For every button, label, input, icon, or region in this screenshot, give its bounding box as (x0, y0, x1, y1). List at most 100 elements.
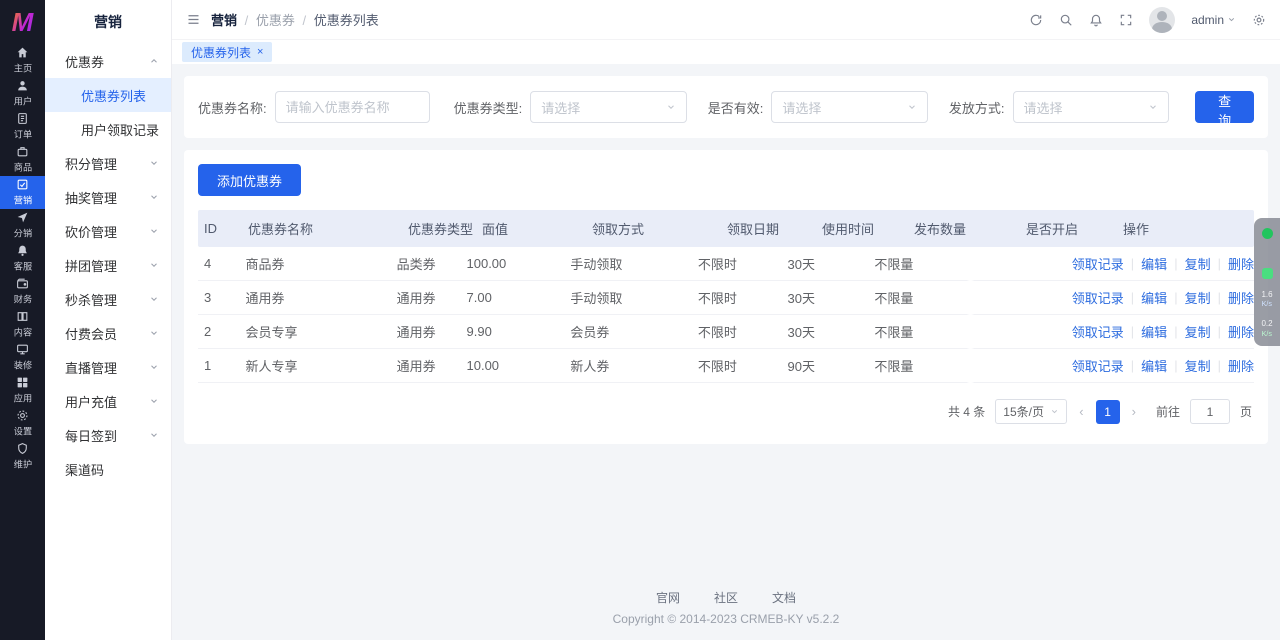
sidebar-item-products[interactable]: 商品 (0, 143, 45, 176)
cell-value: 10.00 (467, 358, 571, 373)
sidebar-item-finance[interactable]: 财务 (0, 275, 45, 308)
menu-item-recharge[interactable]: 用户充值 (45, 384, 171, 418)
sidebar-item-service[interactable]: 客服 (0, 242, 45, 275)
sidebar-item-marketing[interactable]: 营销 (0, 176, 45, 209)
page-size-value: 15条/页 (1003, 403, 1044, 420)
menu-item-coupon-list[interactable]: 优惠券列表 (45, 78, 171, 112)
cell-date: 不限时 (698, 254, 788, 273)
primary-sidebar: M 主页 用户 订单 商品 营销 分销 客服 财务 内容 装修 应用 (0, 0, 45, 640)
coupon-type-select[interactable]: 请选择 (530, 91, 687, 123)
menu-item-label: 秒杀管理 (65, 290, 117, 309)
menu-item-label: 拼团管理 (65, 256, 117, 275)
menu-group-label: 优惠券 (65, 52, 104, 71)
page-1-button[interactable]: 1 (1096, 400, 1120, 424)
copy-link[interactable]: 复制 (1185, 322, 1211, 341)
menu-item-lottery[interactable]: 抽奖管理 (45, 180, 171, 214)
sidebar-item-decorate[interactable]: 装修 (0, 341, 45, 374)
table-row: 1 新人专享 通用券 10.00 新人券 不限时 90天 不限量 领取记录| 编… (198, 349, 1254, 383)
menu-item-daily-checkin[interactable]: 每日签到 (45, 418, 171, 452)
coupon-name-label: 优惠券名称: (198, 98, 267, 117)
app-logo[interactable]: M (0, 0, 45, 44)
add-coupon-button[interactable]: 添加优惠券 (198, 164, 301, 196)
docs-link[interactable]: 文档 (772, 589, 796, 606)
fullscreen-icon[interactable] (1119, 13, 1133, 27)
table-header: ID 优惠券名称 优惠券类型 面值 领取方式 领取日期 使用时间 发布数量 是否… (198, 210, 1254, 247)
menu-group-coupon[interactable]: 优惠券 (45, 44, 171, 78)
sidebar-item-apps[interactable]: 应用 (0, 374, 45, 407)
user-menu[interactable]: admin (1191, 13, 1236, 27)
sidebar-item-settings[interactable]: 设置 (0, 407, 45, 440)
sidebar-item-label: 应用 (13, 391, 31, 405)
edit-link[interactable]: 编辑 (1141, 254, 1167, 273)
gear-icon[interactable] (1252, 13, 1266, 27)
page-size-select[interactable]: 15条/页 (995, 399, 1067, 424)
refresh-icon[interactable] (1029, 13, 1043, 27)
hamburger-icon[interactable] (186, 12, 201, 27)
monitor-icon (16, 343, 29, 356)
menu-item-flash-sale[interactable]: 秒杀管理 (45, 282, 171, 316)
menu-item-live[interactable]: 直播管理 (45, 350, 171, 384)
menu-item-label: 渠道码 (65, 460, 104, 479)
col-claim-date: 领取日期 (727, 219, 822, 238)
sidebar-item-content[interactable]: 内容 (0, 308, 45, 341)
avatar[interactable] (1149, 7, 1175, 33)
goto-page-input[interactable] (1190, 399, 1230, 424)
net-speed-widget[interactable]: 1.6 K/s 0.2 K/s (1254, 218, 1280, 346)
sidebar-item-orders[interactable]: 订单 (0, 110, 45, 143)
official-site-link[interactable]: 官网 (656, 589, 680, 606)
claim-records-link[interactable]: 领取记录 (1072, 254, 1124, 273)
issue-mode-select[interactable]: 请选择 (1013, 91, 1170, 123)
cell-duration: 30天 (788, 322, 875, 341)
delete-link[interactable]: 删除 (1228, 322, 1254, 341)
copy-link[interactable]: 复制 (1185, 356, 1211, 375)
cell-date: 不限时 (698, 356, 788, 375)
menu-item-label: 用户领取记录 (81, 120, 159, 139)
claim-records-link[interactable]: 领取记录 (1072, 322, 1124, 341)
menu-item-user-claim-records[interactable]: 用户领取记录 (45, 112, 171, 146)
coupon-name-input[interactable] (275, 91, 430, 123)
sidebar-item-label: 维护 (13, 457, 31, 471)
secondary-sidebar: 营销 优惠券 优惠券列表 用户领取记录 积分管理 抽奖管理 砍价管理 拼团管理 … (45, 0, 172, 640)
sidebar-item-users[interactable]: 用户 (0, 77, 45, 110)
delete-link[interactable]: 删除 (1228, 356, 1254, 375)
menu-item-bargain[interactable]: 砍价管理 (45, 214, 171, 248)
prev-page-button[interactable]: ‹ (1077, 404, 1085, 419)
bell-icon (16, 244, 29, 257)
sidebar-item-distribution[interactable]: 分销 (0, 209, 45, 242)
chevron-down-icon (149, 260, 159, 270)
search-icon[interactable] (1059, 13, 1073, 27)
filter-panel: 优惠券名称: 优惠券类型: 请选择 是否有效: 请选择 发放方式: 请选择 查询 (184, 76, 1268, 138)
menu-item-group-buy[interactable]: 拼团管理 (45, 248, 171, 282)
menu-item-points[interactable]: 积分管理 (45, 146, 171, 180)
copy-link[interactable]: 复制 (1185, 254, 1211, 273)
menu-item-channel-code[interactable]: 渠道码 (45, 452, 171, 486)
claim-records-link[interactable]: 领取记录 (1072, 288, 1124, 307)
coupon-type-label: 优惠券类型: (454, 98, 523, 117)
copy-link[interactable]: 复制 (1185, 288, 1211, 307)
delete-link[interactable]: 删除 (1228, 288, 1254, 307)
cell-value: 7.00 (467, 290, 571, 305)
close-icon[interactable]: × (257, 46, 263, 58)
community-link[interactable]: 社区 (714, 589, 738, 606)
goods-icon (16, 145, 29, 158)
breadcrumb-root[interactable]: 营销 (211, 13, 237, 28)
delete-link[interactable]: 删除 (1228, 254, 1254, 273)
sidebar-item-maintain[interactable]: 维护 (0, 440, 45, 473)
search-button[interactable]: 查询 (1195, 91, 1254, 123)
sidebar-item-home[interactable]: 主页 (0, 44, 45, 77)
col-id: ID (198, 221, 248, 236)
breadcrumb-mid[interactable]: 优惠券 (256, 13, 295, 28)
edit-link[interactable]: 编辑 (1141, 356, 1167, 375)
edit-link[interactable]: 编辑 (1141, 288, 1167, 307)
notification-bell-icon[interactable] (1089, 13, 1103, 27)
claim-records-link[interactable]: 领取记录 (1072, 356, 1124, 375)
validity-select[interactable]: 请选择 (771, 91, 928, 123)
edit-link[interactable]: 编辑 (1141, 322, 1167, 341)
menu-item-paid-member[interactable]: 付费会员 (45, 316, 171, 350)
chevron-down-icon (907, 102, 917, 112)
next-page-button[interactable]: › (1130, 404, 1138, 419)
sidebar-item-label: 分销 (13, 226, 31, 240)
pagination: 共 4 条 15条/页 ‹ 1 › 前往 页 (198, 383, 1254, 430)
tab-coupon-list[interactable]: 优惠券列表 × (182, 42, 272, 62)
cell-method: 手动领取 (570, 254, 697, 273)
